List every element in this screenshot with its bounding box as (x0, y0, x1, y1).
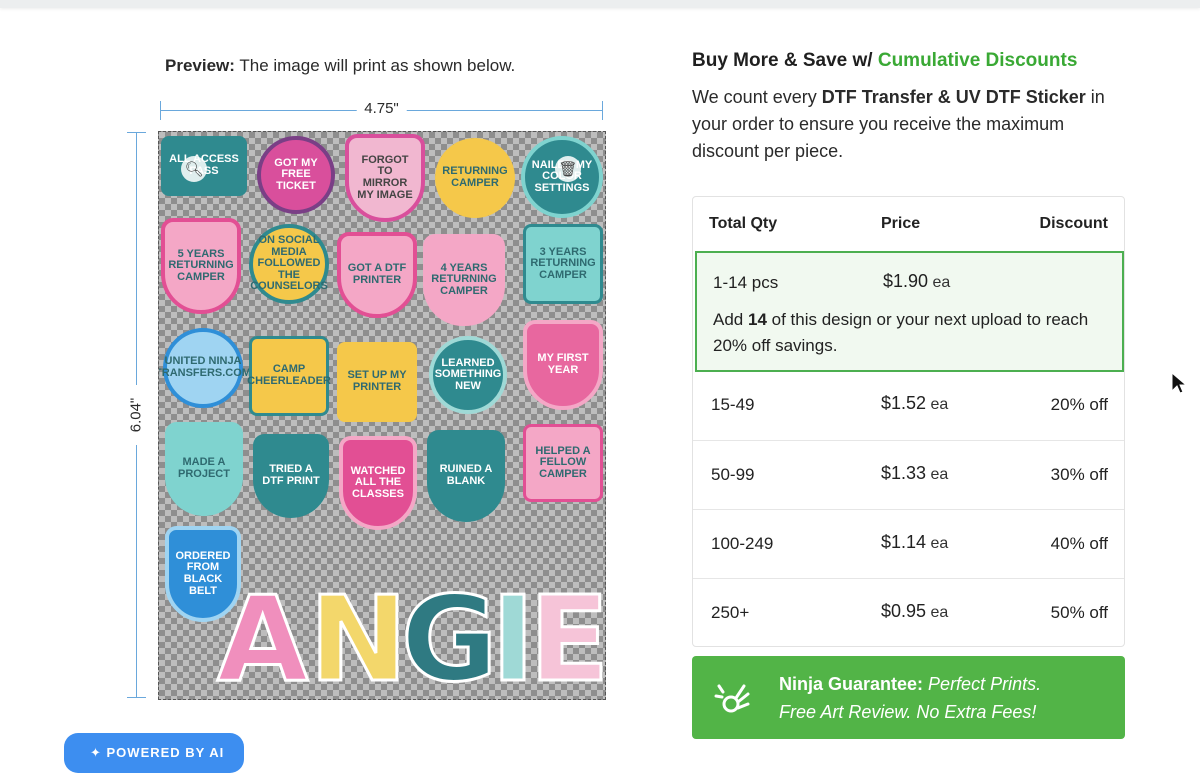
table-header: Total Qty Price Discount (693, 197, 1124, 251)
sticker: RETURNING CAMPER (435, 138, 515, 218)
sticker: CAMP CHEERLEADER (247, 336, 331, 416)
header-qty: Total Qty (709, 215, 778, 232)
name-letter: E (528, 570, 606, 700)
tier-discount: 50% off (1050, 603, 1108, 622)
height-dimension: 6.04" (124, 132, 148, 698)
width-label: 4.75" (356, 100, 407, 117)
height-label: 6.04" (127, 385, 145, 445)
ok-hand-icon (714, 680, 752, 728)
mouse-cursor-icon (1171, 372, 1187, 394)
zoom-icon[interactable]: 🔍︎ (181, 156, 207, 182)
tier-discount: 40% off (1050, 534, 1108, 553)
tier-qty: 15-49 (711, 395, 755, 414)
print-preview-canvas: ALL ACCESS PASS 🔍︎ GOT MY FREE TICKET FO… (158, 131, 606, 700)
tier-qty: 50-99 (711, 465, 755, 484)
table-row: 15-49 $1.52 ea 20% off (693, 371, 1124, 440)
sticker: ON SOCIAL MEDIA FOLLOWED THE COUNSELORS (249, 224, 329, 304)
table-row: 250+ $0.95 ea 50% off (693, 578, 1124, 647)
name-letter: G (400, 570, 500, 700)
tier-price: $1.90 ea (883, 271, 951, 291)
sticker: RUINED A BLANK (427, 430, 505, 522)
sticker: UNITED NINJA TRANSFERS.COM (159, 328, 251, 408)
discount-table: Total Qty Price Discount 1-14 pcs $1.90 … (692, 196, 1125, 647)
tier-price: $1.33 ea (881, 463, 949, 483)
tier-price: $1.14 ea (881, 532, 949, 552)
discounts-intro: We count every DTF Transfer & UV DTF Sti… (692, 87, 1105, 161)
ninja-guarantee-banner: Ninja Guarantee: Perfect Prints. Free Ar… (692, 656, 1125, 739)
sticker: MADE A PROJECT (165, 422, 243, 516)
sticker: LEARNED SOMETHING NEW (429, 336, 507, 414)
sticker: MY FIRST YEAR (523, 320, 603, 410)
table-row: 50-99 $1.33 ea 30% off (693, 440, 1124, 509)
name-letter: N (308, 570, 410, 700)
delete-icon[interactable]: 🗑︎ (555, 156, 581, 182)
top-bar (0, 0, 1200, 8)
sticker: 3 YEARS RETURNING CAMPER (523, 224, 603, 304)
tier-discount: 20% off (1050, 395, 1108, 414)
active-tier-row: 1-14 pcs $1.90 ea Add 14 of this design … (695, 251, 1124, 372)
name-letter: A (215, 570, 309, 700)
preview-caption: Preview: The image will print as shown b… (165, 56, 516, 75)
header-price: Price (881, 215, 921, 232)
sticker: GOT A DTF PRINTER (337, 232, 417, 318)
sticker: HELPED A FELLOW CAMPER (523, 424, 603, 502)
header-discount: Discount (1039, 215, 1108, 232)
tier-discount: 30% off (1050, 465, 1108, 484)
tier-qty: 100-249 (711, 534, 774, 553)
sticker: WATCHED ALL THE CLASSES (339, 436, 417, 530)
powered-by-ai-button[interactable]: ✦ POWERED BY AI (64, 733, 244, 773)
tier-qty: 1-14 pcs (713, 273, 779, 292)
table-row: 100-249 $1.14 ea 40% off (693, 509, 1124, 578)
width-dimension: 4.75" (160, 98, 603, 122)
sticker: GOT MY FREE TICKET (257, 136, 335, 214)
tier-price: $1.52 ea (881, 393, 949, 413)
tier-qty: 250+ (711, 603, 750, 622)
tier-price: $0.95 ea (881, 601, 949, 621)
sticker: 4 YEARS RETURNING CAMPER (423, 234, 505, 326)
sticker: SET UP MY PRINTER (337, 342, 417, 422)
discounts-heading: Buy More & Save w/ Cumulative Discounts (692, 50, 1078, 71)
guarantee-line-2: Free Art Review. No Extra Fees! (779, 702, 1037, 722)
guarantee-line-1: Ninja Guarantee: Perfect Prints. (779, 674, 1042, 694)
sticker: FORGOT TO MIRROR MY IMAGE (345, 134, 425, 222)
tier-progress-message: Add 14 of this design or your next uploa… (713, 310, 1089, 355)
sparkle-icon: ✦ (90, 745, 107, 760)
sticker: 5 YEARS RETURNING CAMPER (161, 218, 241, 314)
sticker: TRIED A DTF PRINT (253, 434, 329, 518)
